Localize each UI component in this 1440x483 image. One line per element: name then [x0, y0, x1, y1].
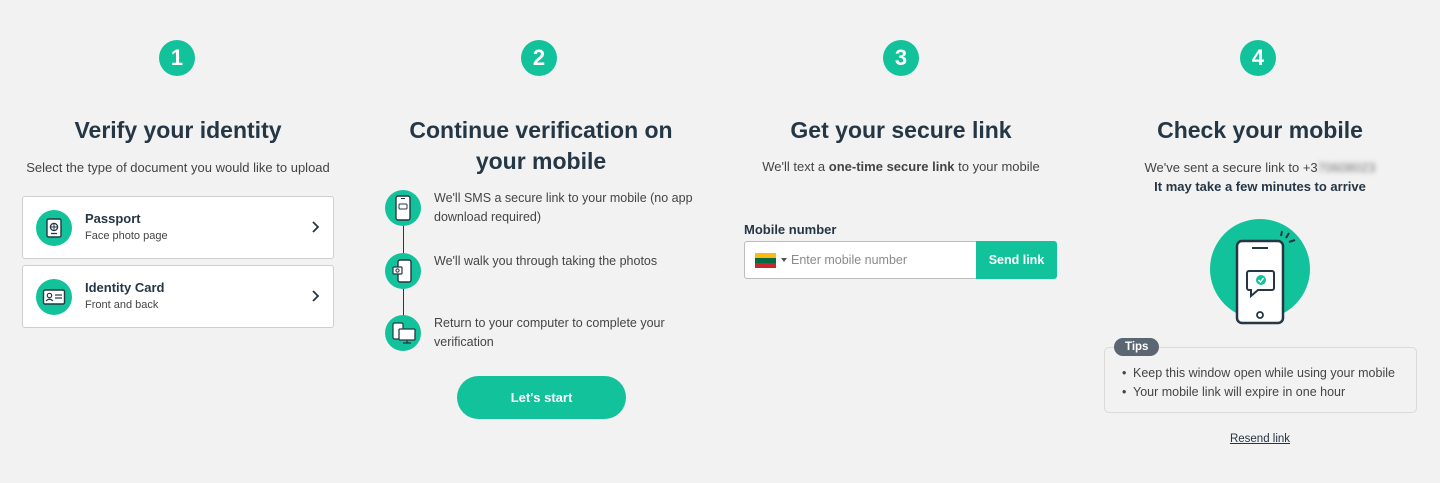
step4-title: Check your mobile [1157, 117, 1363, 143]
masked-phone-number: 70608023 [1317, 160, 1376, 175]
step1-subtitle: Select the type of document you would li… [26, 160, 330, 175]
mobile-number-input[interactable] [791, 246, 971, 274]
step1-title: Verify your identity [74, 117, 282, 143]
mobile-number-label: Mobile number [744, 222, 837, 237]
tips-box [1104, 347, 1417, 413]
wait-message: It may take a few minutes to arrive [1154, 179, 1366, 194]
phone-camera-icon [385, 253, 421, 289]
lets-start-button[interactable]: Let's start [457, 376, 626, 419]
step2-title-line1: Continue verification on [409, 117, 673, 143]
passport-option[interactable]: Passport Face photo page [22, 196, 334, 259]
resend-link[interactable]: Resend link [1080, 433, 1440, 445]
step2-title-line2: your mobile [475, 148, 607, 174]
mobile-number-field [744, 241, 976, 279]
passport-icon [36, 210, 72, 246]
tips-badge: Tips [1114, 338, 1160, 356]
tip-text: Keep this window open while using your m… [1133, 366, 1395, 380]
step-number-badge: 2 [521, 40, 557, 76]
phone-message-icon [1235, 230, 1296, 325]
caret-down-icon[interactable] [781, 258, 787, 262]
subtitle-text: to your mobile [954, 159, 1040, 174]
id-card-icon [36, 279, 72, 315]
steps-connector-line [403, 287, 404, 317]
chevron-right-icon [312, 221, 320, 233]
identity-card-title: Identity Card [85, 280, 165, 295]
step-number-badge: 1 [159, 40, 195, 76]
subtitle-bold-text: one-time secure link [828, 159, 955, 174]
send-link-button[interactable]: Send link [976, 241, 1057, 279]
step2-item-sms: We'll SMS a secure link to your mobile (… [434, 191, 693, 224]
chevron-right-icon [312, 290, 320, 302]
tip-item: Your mobile link will expire in one hour [1122, 385, 1345, 399]
passport-title: Passport [85, 211, 141, 226]
sent-text: We've sent a secure link to +3 [1144, 160, 1318, 175]
lithuania-flag-icon[interactable] [755, 253, 776, 268]
step3-title: Get your secure link [790, 117, 1012, 143]
tip-text: Your mobile link will expire in one hour [1133, 385, 1346, 399]
phone-sms-icon [385, 190, 421, 226]
computer-icon [385, 315, 421, 351]
passport-description: Face photo page [85, 230, 168, 242]
subtitle-text: We'll text a [762, 159, 829, 174]
steps-connector-line [403, 225, 404, 253]
step2-item-return: Return to your computer to complete your… [434, 316, 665, 349]
tip-item: Keep this window open while using your m… [1122, 366, 1395, 380]
step2-item-photos: We'll walk you through taking the photos [434, 254, 658, 268]
identity-card-option[interactable]: Identity Card Front and back [22, 265, 334, 328]
step3-subtitle: We'll text a one-time secure link to you… [722, 158, 1080, 176]
identity-card-description: Front and back [85, 299, 159, 311]
step-number-badge: 3 [883, 40, 919, 76]
sent-message: We've sent a secure link to +370608023 [1080, 159, 1440, 177]
step-number-badge: 4 [1240, 40, 1276, 76]
